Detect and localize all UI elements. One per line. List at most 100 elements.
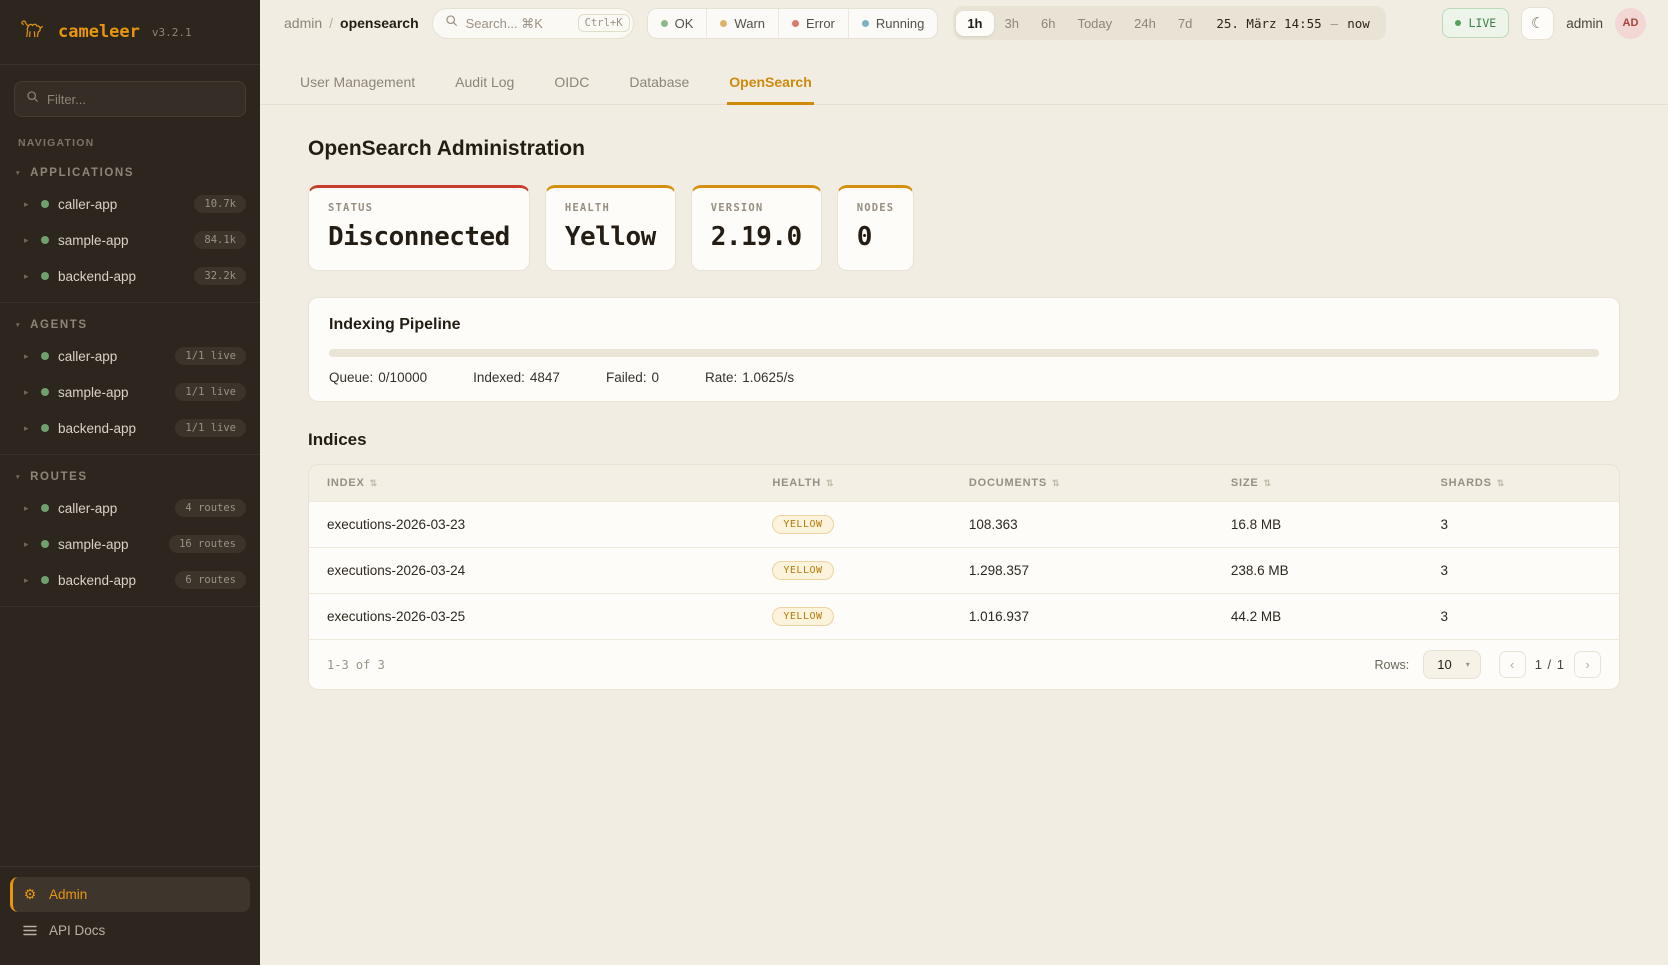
tab-audit-log[interactable]: Audit Log [453, 64, 516, 104]
next-page-button[interactable]: › [1574, 651, 1601, 678]
column-header-size[interactable]: SIZE ⇅ [1213, 465, 1423, 501]
column-label: SHARDS [1440, 477, 1491, 489]
sidebar-item-routes-caller[interactable]: ▸ caller-app 4 routes [0, 490, 260, 526]
tab-oidc[interactable]: OIDC [552, 64, 591, 104]
sidebar-item-label: backend-app [58, 421, 166, 436]
moon-icon: ☾ [1531, 14, 1544, 32]
sidebar-item-routes-sample[interactable]: ▸ sample-app 16 routes [0, 526, 260, 562]
section-header-agents[interactable]: ▾ AGENTS [0, 313, 260, 338]
search-icon [445, 14, 458, 32]
section-title: APPLICATIONS [30, 167, 134, 179]
sidebar-item-api-docs[interactable]: API Docs [10, 914, 250, 947]
stat-value: 2.19.0 [711, 222, 802, 252]
green-status-dot [41, 388, 49, 396]
stat-val: 0/10000 [378, 370, 427, 385]
sort-icon: ⇅ [1052, 478, 1060, 489]
cell-health: YELLOW [754, 502, 951, 547]
count-badge: 32.2k [194, 267, 246, 285]
tab-user-management[interactable]: User Management [298, 64, 417, 104]
column-header-shards[interactable]: SHARDS ⇅ [1422, 465, 1619, 501]
sidebar-item-admin[interactable]: ⚙ Admin [10, 877, 250, 912]
time-range-7d[interactable]: 7d [1167, 11, 1203, 36]
live-count-badge: 1/1 live [175, 347, 246, 365]
sidebar-item-routes-backend[interactable]: ▸ backend-app 6 routes [0, 562, 260, 598]
cell-health: YELLOW [754, 548, 951, 593]
warn-dot-icon [720, 20, 727, 27]
sidebar-item-label: sample-app [58, 385, 166, 400]
green-status-dot [41, 576, 49, 584]
filter-chip-ok[interactable]: OK [648, 9, 707, 38]
live-badge[interactable]: LIVE [1442, 8, 1510, 38]
sort-icon: ⇅ [826, 478, 834, 489]
pipeline-stat-queue: Queue: 0/10000 [329, 370, 427, 385]
theme-toggle-button[interactable]: ☾ [1521, 7, 1554, 40]
filter-chip-running[interactable]: Running [848, 9, 937, 38]
time-range-display[interactable]: 25. März 14:55 — now [1203, 16, 1382, 31]
table-row[interactable]: executions-2026-03-25 YELLOW 1.016.937 4… [309, 593, 1619, 639]
previous-page-button[interactable]: ‹ [1499, 651, 1526, 678]
global-search[interactable]: Ctrl+K [432, 8, 634, 39]
cell-size: 16.8 MB [1213, 502, 1423, 547]
search-input[interactable] [466, 16, 570, 31]
stat-value: Disconnected [328, 222, 510, 252]
chevron-right-icon: ▸ [24, 271, 32, 282]
sidebar-item-app-sample[interactable]: ▸ sample-app 84.1k [0, 222, 260, 258]
sidebar-item-label: backend-app [58, 573, 166, 588]
column-header-documents[interactable]: DOCUMENTS ⇅ [951, 465, 1213, 501]
chevron-right-icon: ▸ [24, 575, 32, 586]
green-status-dot [41, 352, 49, 360]
cell-documents: 1.298.357 [951, 548, 1213, 593]
chevron-right-icon: ▸ [24, 199, 32, 210]
sidebar-item-app-backend[interactable]: ▸ backend-app 32.2k [0, 258, 260, 294]
indices-table: INDEX ⇅ HEALTH ⇅ DOCUMENTS ⇅ SIZE ⇅ SHAR… [308, 464, 1620, 690]
chevron-down-icon: ▾ [16, 321, 21, 329]
filter-chip-error[interactable]: Error [778, 9, 848, 38]
rows-per-page-select[interactable]: 10 ▾ [1423, 650, 1480, 679]
stat-key: Failed: [606, 370, 647, 385]
sidebar-item-label: caller-app [58, 349, 166, 364]
pipeline-progress-bar [329, 349, 1599, 357]
chevron-down-icon: ▾ [1466, 660, 1470, 669]
table-header-row: INDEX ⇅ HEALTH ⇅ DOCUMENTS ⇅ SIZE ⇅ SHAR… [309, 465, 1619, 501]
pager: ‹ 1 / 1 › [1499, 651, 1601, 678]
stat-val: 4847 [530, 370, 560, 385]
time-range-1h[interactable]: 1h [956, 11, 993, 36]
cell-shards: 3 [1422, 594, 1619, 639]
section-header-applications[interactable]: ▾ APPLICATIONS [0, 161, 260, 186]
sidebar-item-agent-sample[interactable]: ▸ sample-app 1/1 live [0, 374, 260, 410]
filter-chip-label: Running [876, 16, 924, 31]
cell-shards: 3 [1422, 548, 1619, 593]
tab-opensearch[interactable]: OpenSearch [727, 64, 813, 105]
sidebar-filter[interactable] [14, 81, 246, 117]
breadcrumb-current: opensearch [340, 15, 419, 31]
count-badge: 84.1k [194, 231, 246, 249]
column-label: HEALTH [772, 477, 821, 489]
time-range-6h[interactable]: 6h [1030, 11, 1066, 36]
sort-icon: ⇅ [1264, 478, 1272, 489]
column-header-index[interactable]: INDEX ⇅ [309, 465, 754, 501]
cell-size: 44.2 MB [1213, 594, 1423, 639]
sidebar-item-agent-caller[interactable]: ▸ caller-app 1/1 live [0, 338, 260, 374]
table-row[interactable]: executions-2026-03-23 YELLOW 108.363 16.… [309, 501, 1619, 547]
sidebar-item-app-caller[interactable]: ▸ caller-app 10.7k [0, 186, 260, 222]
page-title: OpenSearch Administration [308, 137, 1620, 161]
filter-chip-label: OK [675, 16, 694, 31]
sidebar-item-label: sample-app [58, 537, 160, 552]
time-range-today[interactable]: Today [1066, 11, 1123, 36]
filter-input[interactable] [47, 92, 234, 107]
section-header-routes[interactable]: ▾ ROUTES [0, 465, 260, 490]
nav-section-agents: ▾ AGENTS ▸ caller-app 1/1 live ▸ sample-… [0, 303, 260, 455]
table-row[interactable]: executions-2026-03-24 YELLOW 1.298.357 2… [309, 547, 1619, 593]
stat-value: 0 [857, 222, 895, 252]
time-range-3h[interactable]: 3h [994, 11, 1030, 36]
tab-database[interactable]: Database [627, 64, 691, 104]
avatar[interactable]: AD [1615, 8, 1646, 39]
breadcrumb-parent[interactable]: admin [284, 15, 322, 31]
time-range-24h[interactable]: 24h [1123, 11, 1167, 36]
filter-chip-warn[interactable]: Warn [706, 9, 778, 38]
sidebar-item-agent-backend[interactable]: ▸ backend-app 1/1 live [0, 410, 260, 446]
stat-cards-row: STATUS Disconnected HEALTH Yellow VERSIO… [308, 185, 1620, 271]
column-header-health[interactable]: HEALTH ⇅ [754, 465, 951, 501]
live-count-badge: 1/1 live [175, 419, 246, 437]
column-label: DOCUMENTS [969, 477, 1047, 489]
